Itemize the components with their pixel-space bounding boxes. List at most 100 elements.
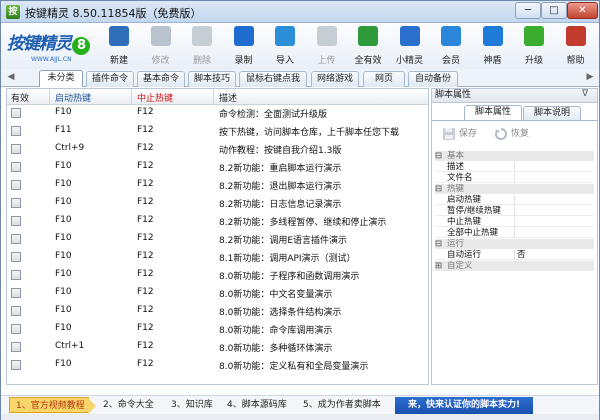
valid-checkbox[interactable] xyxy=(11,216,21,226)
start-hotkey-cell: F10 xyxy=(55,359,72,369)
quick-link-4[interactable]: 4、脚本源码库 xyxy=(221,397,291,413)
table-row[interactable]: F10 F12 8.0新功能：定义私有和全局变量演示 xyxy=(7,358,428,372)
table-row[interactable]: Ctrl+1 F12 8.0新功能：多种循环体演示 xyxy=(7,340,428,354)
toolbar-button-6[interactable]: 全有效 xyxy=(350,23,386,69)
tab-scroll-right-icon[interactable]: ▶ xyxy=(584,71,596,84)
header-start-hotkey[interactable]: 启动热键 xyxy=(55,91,91,104)
valid-checkbox[interactable] xyxy=(11,234,21,244)
tab-4[interactable]: 鼠标右键点我 xyxy=(239,71,307,87)
property-category-label: 基本 xyxy=(447,151,465,161)
tab-6[interactable]: 网页 xyxy=(363,71,405,87)
collapse-icon[interactable]: ⊟ xyxy=(435,184,444,194)
pin-icon[interactable]: ᐁ xyxy=(582,89,588,99)
valid-checkbox[interactable] xyxy=(11,198,21,208)
toolbar-button-3[interactable]: 录制 xyxy=(226,23,262,69)
valid-checkbox[interactable] xyxy=(11,252,21,262)
toolbar-button-9[interactable]: 神盾 xyxy=(475,23,511,69)
table-row[interactable]: F10 F12 8.2新功能：多线程暂停、继续和停止演示 xyxy=(7,214,428,228)
quick-link-2[interactable]: 2、命令大全 xyxy=(97,397,161,413)
app-logo: 按键精灵 8 WWW.AJJL.CN xyxy=(7,29,95,67)
property-category[interactable]: ⊟ 运行 xyxy=(435,239,594,249)
valid-checkbox[interactable] xyxy=(11,306,21,316)
header-description[interactable]: 描述 xyxy=(219,91,237,104)
property-row[interactable]: 描述 xyxy=(435,162,594,172)
table-row[interactable]: F10 F12 8.0新功能：子程序和函数调用演示 xyxy=(7,268,428,282)
table-row[interactable]: F10 F12 8.2新功能：日志信息记录演示 xyxy=(7,196,428,210)
toolbar-button-label: 导入 xyxy=(275,56,294,66)
valid-checkbox[interactable] xyxy=(11,360,21,370)
property-category[interactable]: ⊟ 热键 xyxy=(435,184,594,194)
tab-scroll-left-icon[interactable]: ◀ xyxy=(5,71,17,84)
property-row[interactable]: 启动热键 xyxy=(435,195,594,205)
valid-checkbox[interactable] xyxy=(11,144,21,154)
property-row[interactable]: 文件名 xyxy=(435,173,594,183)
quick-link-1[interactable]: 1、官方视频教程 xyxy=(9,397,96,414)
tab-7[interactable]: 自动备份 xyxy=(408,71,458,87)
toolbar-button-11[interactable]: 帮助 xyxy=(558,23,594,69)
tab-5[interactable]: 网络游戏 xyxy=(311,71,359,87)
tab-1[interactable]: 插件命令 xyxy=(86,71,134,87)
header-valid[interactable]: 有效 xyxy=(11,91,29,104)
valid-checkbox[interactable] xyxy=(11,288,21,298)
property-row[interactable]: 自动运行 否 xyxy=(435,250,594,260)
close-button[interactable]: ✕ xyxy=(567,2,598,19)
tab-2[interactable]: 基本命令 xyxy=(137,71,185,87)
table-row[interactable]: F10 F12 8.1新功能：调用API演示（测试） xyxy=(7,250,428,264)
restore-label: 恢复 xyxy=(511,129,530,139)
certify-banner[interactable]: 来，快来认证你的脚本实力! xyxy=(395,397,533,414)
table-row[interactable]: F10 F12 8.0新功能：选择条件结构演示 xyxy=(7,304,428,318)
quick-link-5[interactable]: 5、成为作者卖脚本 xyxy=(297,397,385,413)
toolbar-button-2[interactable]: 删除 xyxy=(184,23,220,69)
table-row[interactable]: Ctrl+9 F12 动作教程：按键自我介绍1.3版 xyxy=(7,142,428,156)
table-row[interactable]: F10 F12 8.2新功能：重启脚本运行演示 xyxy=(7,160,428,174)
toolbar-button-0[interactable]: 新建 xyxy=(101,23,137,69)
valid-checkbox[interactable] xyxy=(11,162,21,172)
toolbar-button-8[interactable]: 会员 xyxy=(433,23,469,69)
valid-checkbox[interactable] xyxy=(11,270,21,280)
property-category[interactable]: ⊞ 自定义 xyxy=(435,261,594,271)
toolbar-button-10[interactable]: 升级 xyxy=(516,23,552,69)
tab-3[interactable]: 脚本技巧 xyxy=(188,71,236,87)
tab-script-properties[interactable]: 脚本属性 xyxy=(464,105,522,121)
tab-0[interactable]: 未分类 xyxy=(39,70,83,87)
property-category[interactable]: ⊟ 基本 xyxy=(435,151,594,161)
start-hotkey-cell: F10 xyxy=(55,215,72,225)
valid-checkbox[interactable] xyxy=(11,324,21,334)
maximize-button[interactable]: □ xyxy=(541,2,567,19)
toolbar-button-1[interactable]: 修改 xyxy=(143,23,179,69)
table-row[interactable]: F10 F12 8.0新功能：命令库调用演示 xyxy=(7,322,428,336)
collapse-icon[interactable]: ⊟ xyxy=(435,151,444,161)
valid-checkbox[interactable] xyxy=(11,342,21,352)
table-row[interactable]: F10 F12 8.2新功能：调用E语言插件演示 xyxy=(7,232,428,246)
save-button[interactable]: 保存 xyxy=(442,126,477,141)
property-row[interactable]: 暂停/继续热键 xyxy=(435,206,594,216)
expand-icon[interactable]: ⊞ xyxy=(435,261,444,271)
toolbar-button-7[interactable]: 小精灵 xyxy=(392,23,428,69)
table-row[interactable]: F10 F12 8.2新功能：退出脚本运行演示 xyxy=(7,178,428,192)
quick-link-3[interactable]: 3、知识库 xyxy=(165,397,217,413)
shield-icon xyxy=(482,26,503,46)
toolbar-button-4[interactable]: 导入 xyxy=(267,23,303,69)
property-value[interactable]: 否 xyxy=(517,250,526,260)
tab-script-notes[interactable]: 脚本说明 xyxy=(523,106,581,121)
stop-hotkey-cell: F12 xyxy=(137,215,154,225)
minimize-button[interactable]: ─ xyxy=(515,2,541,19)
restore-button[interactable]: 恢复 xyxy=(494,126,529,141)
property-row[interactable]: 中止热键 xyxy=(435,217,594,227)
table-row[interactable]: F10 F12 命令检测：全面测试升级版 xyxy=(7,106,428,120)
valid-checkbox[interactable] xyxy=(11,126,21,136)
property-row[interactable]: 全部中止热键 xyxy=(435,228,594,238)
title-bar[interactable]: 按 按键精灵 8.50.11854版（免费版） ─ □ ✕ xyxy=(1,1,599,23)
collapse-icon[interactable]: ⊟ xyxy=(435,239,444,249)
header-stop-hotkey[interactable]: 中止热键 xyxy=(137,91,173,104)
start-hotkey-cell: F10 xyxy=(55,161,72,171)
table-row[interactable]: F10 F12 8.0新功能：中文名变量演示 xyxy=(7,286,428,300)
toolbar-button-5[interactable]: 上传 xyxy=(309,23,345,69)
restore-icon xyxy=(494,127,508,141)
valid-checkbox[interactable] xyxy=(11,108,21,118)
valid-checkbox[interactable] xyxy=(11,180,21,190)
script-list: 有效 启动热键 中止热键 描述 F10 F12 命令检测：全面测试升级版 F11 F12… xyxy=(6,88,429,385)
record-icon xyxy=(233,26,254,46)
stop-hotkey-cell: F12 xyxy=(137,341,154,351)
table-row[interactable]: F11 F12 按下热键，访问脚本仓库，上千脚本任您下载 xyxy=(7,124,428,138)
